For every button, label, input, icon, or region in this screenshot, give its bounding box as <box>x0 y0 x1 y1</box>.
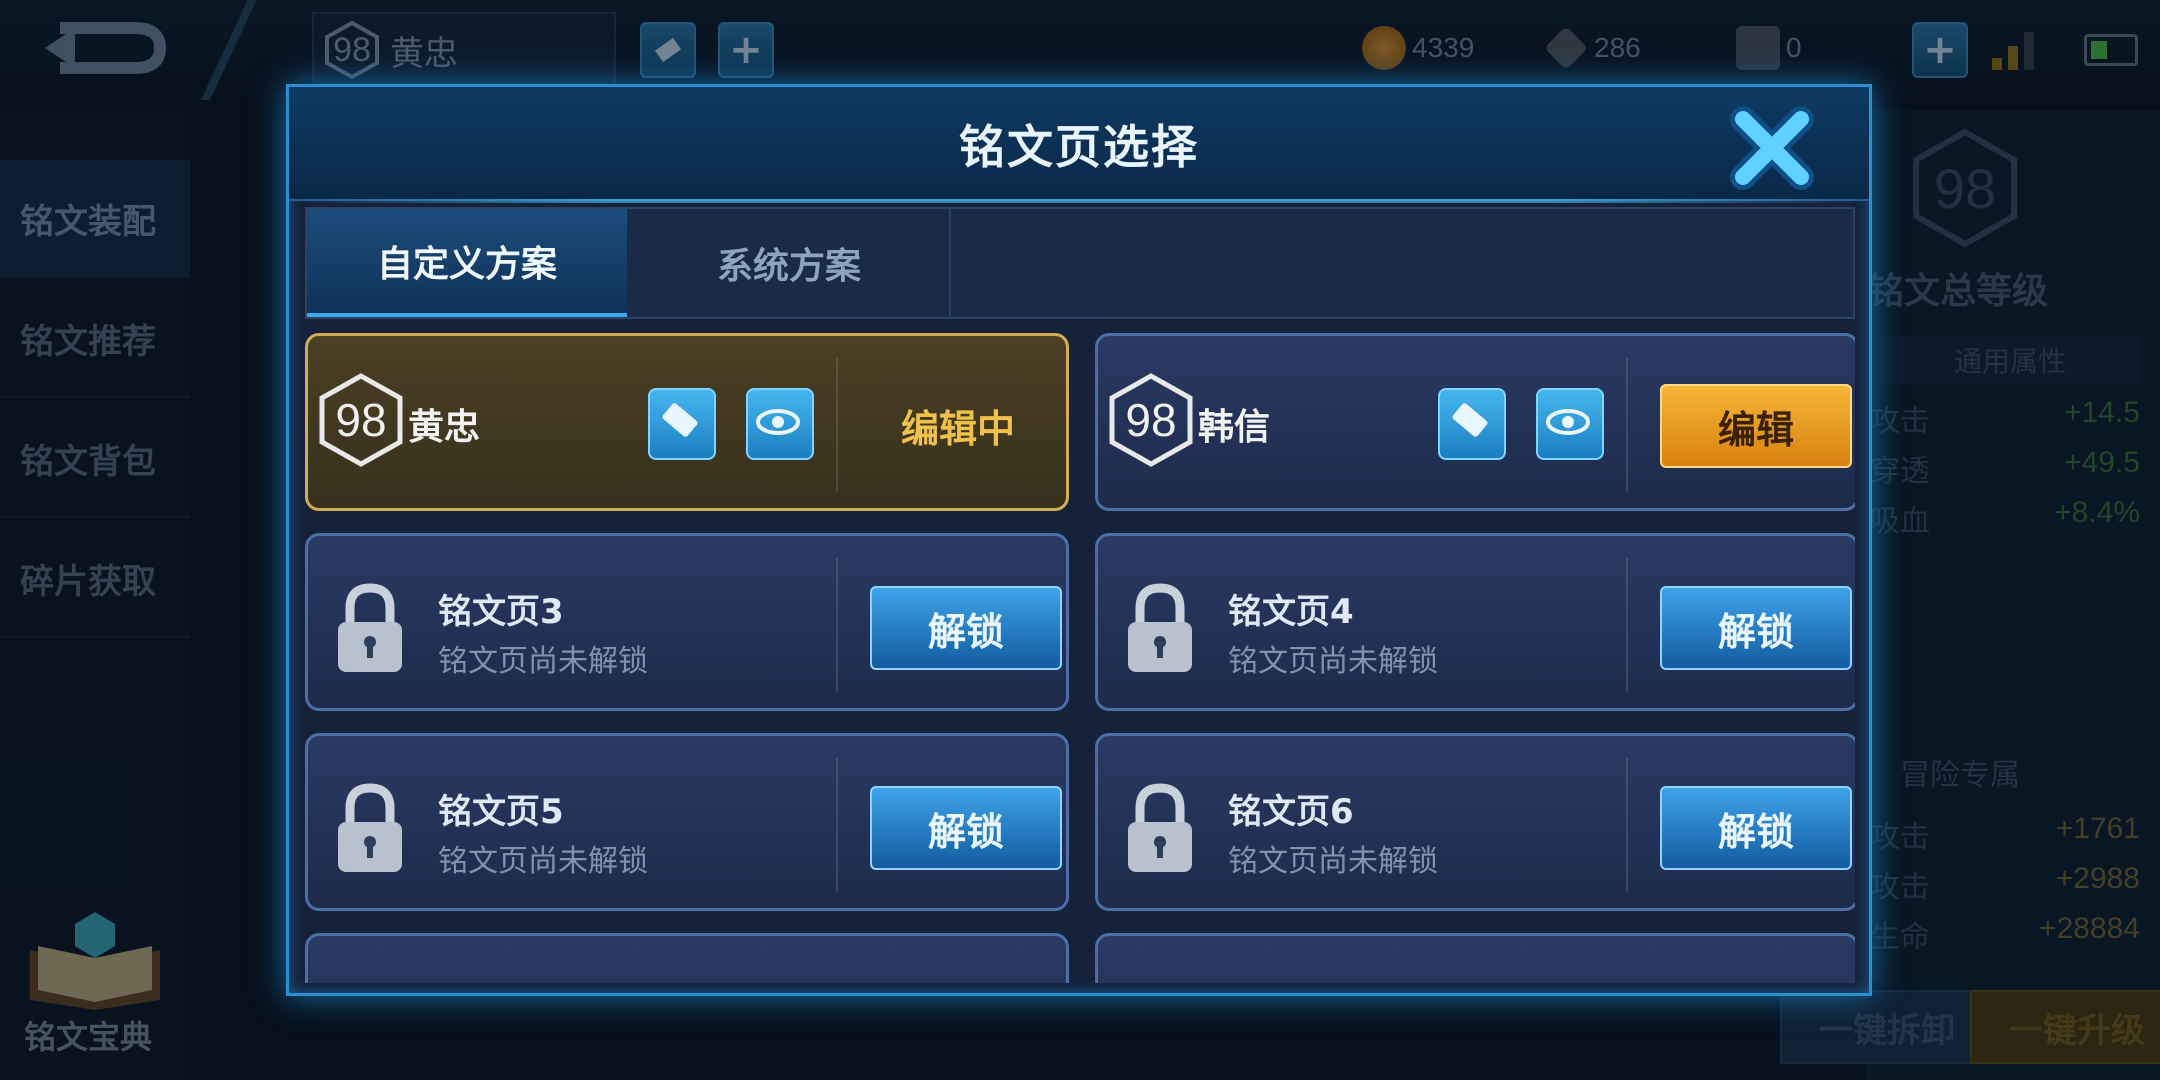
eye-icon <box>756 409 800 435</box>
page-subtitle: 铭文页尚未解锁 <box>438 644 648 679</box>
tab-custom[interactable]: 自定义方案 <box>307 209 627 317</box>
unlock-button[interactable]: 解锁 <box>870 786 1062 870</box>
hero-name: 黄忠 <box>408 407 481 448</box>
lock-icon <box>1128 783 1192 872</box>
divider <box>836 758 838 892</box>
page-title: 铭文页6 <box>1228 792 1354 832</box>
lock-icon <box>338 583 402 672</box>
editing-status: 编辑中 <box>900 407 1015 451</box>
dialog-title: 铭文页选择 <box>959 120 1199 174</box>
page-list: 98 黄忠 编辑中 98 韩信 编辑 铭文页3 铭文页尚未解锁 解锁 铭文页4 … <box>305 333 1855 983</box>
divider <box>1626 358 1628 492</box>
preview-button[interactable] <box>746 388 814 460</box>
level-badge: 98 <box>318 372 404 468</box>
unlock-button[interactable]: 解锁 <box>1660 586 1852 670</box>
page-subtitle: 铭文页尚未解锁 <box>438 844 648 879</box>
tab-bar: 自定义方案 系统方案 <box>305 207 1855 319</box>
page-title: 铭文页3 <box>438 592 564 632</box>
page-card-locked[interactable] <box>1095 933 1855 983</box>
page-card-locked[interactable]: 铭文页5 铭文页尚未解锁 解锁 <box>305 733 1069 911</box>
unlock-button[interactable]: 解锁 <box>1660 786 1852 870</box>
eraser-icon <box>662 403 698 437</box>
page-title: 铭文页4 <box>1228 592 1354 632</box>
page-card-locked[interactable]: 铭文页4 铭文页尚未解锁 解锁 <box>1095 533 1855 711</box>
page-card-locked[interactable] <box>305 933 1069 983</box>
rename-button[interactable] <box>648 388 716 460</box>
divider <box>1626 758 1628 892</box>
level-badge: 98 <box>1108 372 1194 468</box>
page-card-locked[interactable]: 铭文页6 铭文页尚未解锁 解锁 <box>1095 733 1855 911</box>
unlock-button[interactable]: 解锁 <box>870 586 1062 670</box>
close-icon[interactable] <box>1729 105 1815 191</box>
page-subtitle: 铭文页尚未解锁 <box>1228 844 1438 879</box>
page-card-locked[interactable]: 铭文页3 铭文页尚未解锁 解锁 <box>305 533 1069 711</box>
lock-icon <box>338 783 402 872</box>
divider <box>836 358 838 492</box>
eye-icon <box>1546 409 1590 435</box>
lock-icon <box>1128 583 1192 672</box>
dialog-header: 铭文页选择 <box>289 87 1869 203</box>
page-subtitle: 铭文页尚未解锁 <box>1228 644 1438 679</box>
tab-system[interactable]: 系统方案 <box>629 209 951 317</box>
divider <box>1626 558 1628 692</box>
page-title: 铭文页5 <box>438 792 564 832</box>
hero-name: 韩信 <box>1198 407 1271 448</box>
rename-button[interactable] <box>1438 388 1506 460</box>
eraser-icon <box>1452 403 1488 437</box>
page-card[interactable]: 98 韩信 编辑 <box>1095 333 1855 511</box>
page-select-dialog: 铭文页选择 自定义方案 系统方案 98 黄忠 编辑中 98 韩信 编辑 铭文页3… <box>286 84 1872 996</box>
preview-button[interactable] <box>1536 388 1604 460</box>
page-card-selected[interactable]: 98 黄忠 编辑中 <box>305 333 1069 511</box>
edit-button[interactable]: 编辑 <box>1660 384 1852 468</box>
divider <box>836 558 838 692</box>
